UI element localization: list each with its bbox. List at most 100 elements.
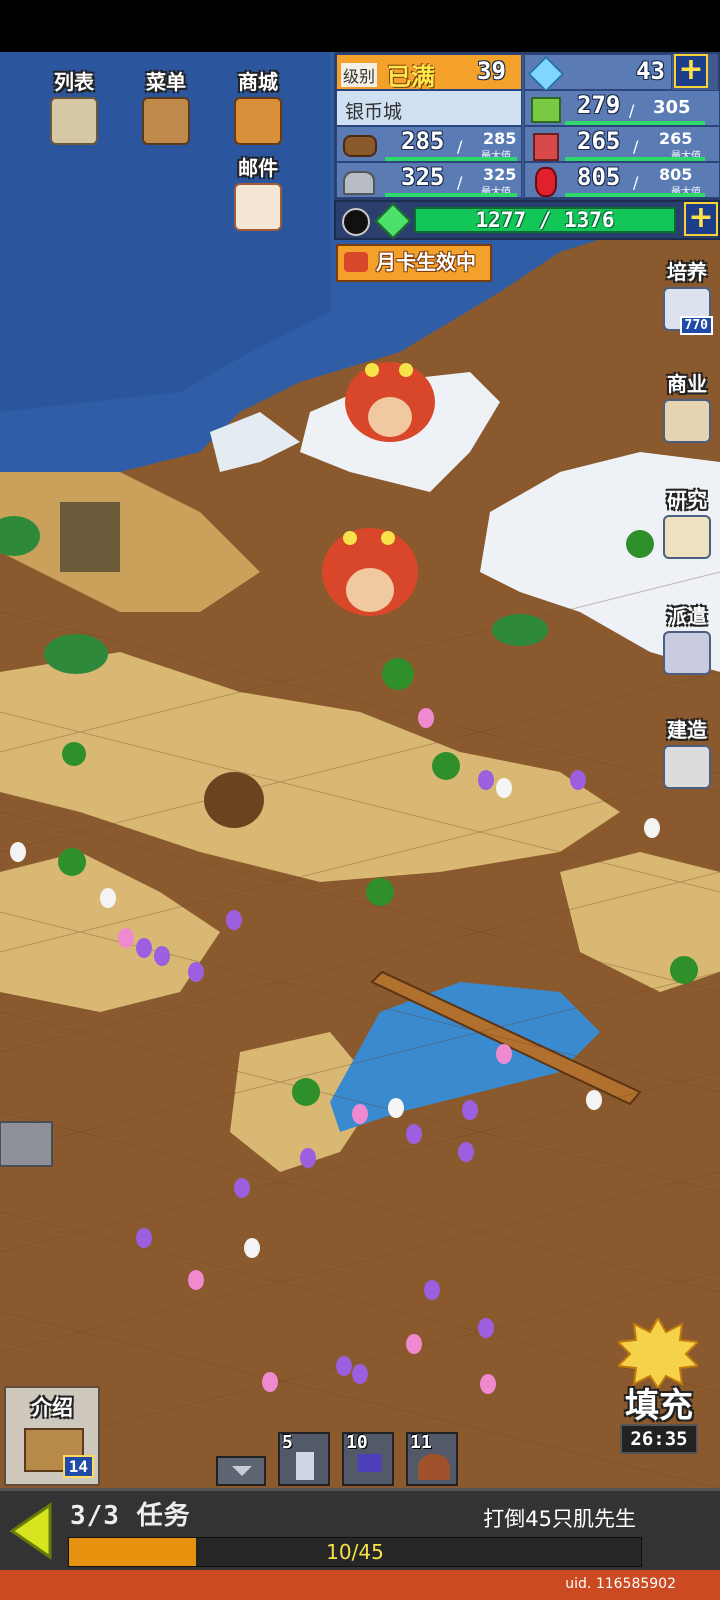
mission-goal: 打倒45只肌先生 (483, 1507, 636, 1531)
add-energy-button[interactable]: + (684, 202, 718, 236)
unit-slot-cave-count: 11 (410, 1432, 432, 1453)
gold-max: 305 (653, 97, 691, 118)
status-bar (0, 0, 720, 52)
wood-separator: / (457, 137, 463, 156)
energy-bar: 1277 / 1376 (414, 207, 676, 233)
month-card-label: 月卡生效中 (376, 250, 476, 274)
wood-icon (343, 135, 377, 157)
mission-bar[interactable]: 3/3 任务 打倒45只肌先生 10/45 (0, 1488, 720, 1570)
menu-label: 菜单 (146, 70, 186, 94)
bottom-strip: uid. 116585902 (0, 1570, 720, 1600)
food-icon (533, 133, 559, 161)
back-arrow-icon[interactable] (6, 1501, 56, 1561)
chevron-down-icon (232, 1466, 252, 1476)
book-icon (663, 515, 711, 559)
list-icon (50, 97, 98, 145)
mission-progress-text: 10/45 (326, 1540, 384, 1564)
energy-row: 1277 / 1376 (334, 200, 720, 240)
purple-flag-icon (358, 1454, 382, 1472)
month-card-banner[interactable]: 月卡生效中 (336, 244, 492, 282)
food-max: 265 (659, 129, 693, 148)
gold-cell[interactable]: 279 / 305 (524, 90, 720, 126)
research-label: 研究 (667, 488, 707, 512)
gold-bar (565, 121, 705, 125)
food-bar (565, 157, 705, 161)
treasure-chest-icon (234, 97, 282, 145)
town-name: 银币城 (345, 101, 403, 123)
cave-icon (418, 1454, 450, 1480)
shop-button[interactable]: 商城 (222, 66, 294, 145)
fill-label: 填充 (625, 1386, 693, 1426)
wood-max: 285 (483, 129, 517, 148)
ore-icon (343, 171, 375, 195)
wood-value: 285 (401, 127, 445, 155)
mission-progress-bar: 10/45 (68, 1537, 642, 1567)
unit-slot-flag[interactable]: 10 (342, 1432, 394, 1486)
ore-cell[interactable]: 325 / 325 最大值 (336, 162, 522, 198)
gems-separator: / (633, 173, 639, 192)
build-button[interactable]: 建造 (654, 714, 720, 789)
gems-max: 805 (659, 165, 693, 184)
flag-icon (663, 631, 711, 675)
build-label: 建造 (667, 718, 707, 742)
ruby-icon (535, 167, 557, 197)
frog-monster-2 (322, 528, 418, 616)
business-button[interactable]: 商业 (654, 368, 720, 443)
dispatch-label: 派遣 (667, 604, 707, 628)
gems-cell[interactable]: 805 / 805 最大值 (524, 162, 720, 198)
mail-label: 邮件 (238, 156, 278, 180)
energy-value: 1277 / 1376 (475, 208, 615, 232)
list-label: 列表 (54, 70, 94, 94)
fill-panel[interactable]: 填充 26:35 (598, 1318, 720, 1488)
envelope-icon (234, 183, 282, 231)
dispatch-button[interactable]: 派遣 (654, 600, 720, 675)
food-value: 265 (577, 127, 621, 155)
shop-label: 商城 (238, 70, 278, 94)
list-button[interactable]: 列表 (38, 66, 110, 145)
unit-slot-flag-count: 10 (346, 1432, 368, 1453)
green-gem-icon (374, 202, 412, 240)
intro-count: 14 (62, 1455, 94, 1478)
ore-max: 325 (483, 165, 517, 184)
business-label: 商业 (667, 372, 707, 396)
train-button[interactable]: 培养 770 (654, 256, 720, 335)
upgrade-arrow-icon: 770 (663, 287, 713, 335)
diamond-value: 43 (636, 57, 665, 85)
menu-button[interactable]: 菜单 (130, 66, 202, 145)
collapse-toggle[interactable] (216, 1456, 266, 1486)
intro-label: 介绍 (31, 1396, 73, 1420)
house-icon (663, 399, 711, 443)
level-value: 39 (477, 57, 506, 85)
add-diamond-button[interactable]: + (674, 54, 708, 88)
tower-icon (296, 1452, 314, 1480)
unit-slot-tower[interactable]: 5 (278, 1432, 330, 1486)
wood-bar (385, 157, 517, 161)
research-button[interactable]: 研究 (654, 484, 720, 559)
level-max-badge: 已满 (387, 63, 435, 91)
unit-slot-cave[interactable]: 11 (406, 1432, 458, 1486)
intro-button[interactable]: 介绍 14 (4, 1386, 100, 1486)
gems-bar (565, 193, 705, 197)
level-label: 级别 (341, 63, 378, 87)
resource-panel: 级别 已满 39 43 + 银币城 279 / 305 285 / 285 最大… (334, 52, 720, 200)
diamond-icon (527, 55, 565, 93)
level-cell: 级别 已满 39 (336, 54, 522, 91)
mission-title: 3/3 任务 (70, 1501, 191, 1531)
fill-timer: 26:35 (620, 1424, 698, 1454)
mail-button[interactable]: 邮件 (222, 152, 294, 231)
wood-cell[interactable]: 285 / 285 最大值 (336, 126, 522, 162)
ore-bar (385, 193, 517, 197)
frog-monster-1 (345, 362, 435, 442)
ore-separator: / (457, 173, 463, 192)
hammer-icon (663, 745, 711, 789)
gold-separator: / (629, 101, 635, 120)
train-label: 培养 (667, 260, 707, 284)
crown-icon (344, 252, 368, 272)
gold-value: 279 (577, 91, 621, 119)
gold-icon (531, 97, 561, 123)
user-id: uid. 116585902 (565, 1576, 676, 1592)
unit-slot-tower-count: 5 (282, 1432, 293, 1453)
ore-value: 325 (401, 163, 445, 191)
gems-value: 805 (577, 163, 621, 191)
food-cell[interactable]: 265 / 265 最大值 (524, 126, 720, 162)
